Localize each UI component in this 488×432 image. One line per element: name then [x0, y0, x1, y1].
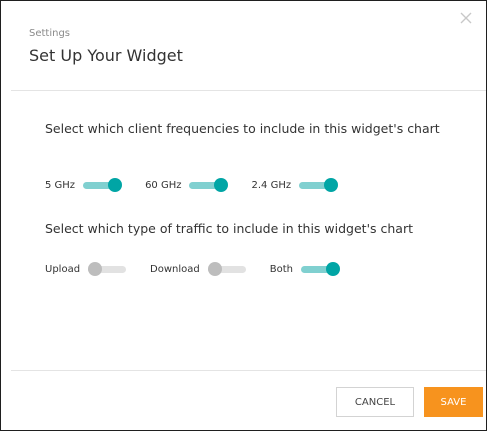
toggle-switch-both[interactable]	[301, 262, 341, 276]
toggle-switch-2-4ghz[interactable]	[299, 178, 339, 192]
toggle-knob	[326, 262, 341, 276]
toggle-switch-5ghz[interactable]	[83, 178, 123, 192]
toggle-switch-60ghz[interactable]	[189, 178, 229, 192]
cancel-button[interactable]: CANCEL	[336, 387, 414, 417]
toggle-switch-download[interactable]	[207, 262, 248, 276]
toggle-knob	[108, 178, 123, 192]
toggle-label: Download	[150, 263, 200, 275]
toggle-label: 5 GHz	[45, 179, 76, 191]
toggle-switch-upload[interactable]	[88, 262, 128, 276]
frequencies-question: Select which client frequencies to inclu…	[45, 121, 440, 136]
toggle-knob	[214, 178, 229, 192]
toggle-both: Both	[270, 262, 341, 276]
toggle-knob	[207, 262, 222, 276]
toggle-knob	[88, 262, 103, 276]
toggle-2-4ghz: 2.4 GHz	[251, 178, 339, 192]
toggle-label: 60 GHz	[145, 179, 182, 191]
toggle-5ghz: 5 GHz	[45, 178, 123, 192]
traffic-question: Select which type of traffic to include …	[45, 221, 413, 236]
toggle-label: 2.4 GHz	[251, 179, 292, 191]
toggle-download: Download	[150, 262, 248, 276]
toggle-upload: Upload	[45, 262, 128, 276]
dialog-subtitle: Settings	[29, 28, 71, 39]
traffic-toggles: Upload Download Both	[45, 259, 363, 279]
widget-setup-dialog: Settings Set Up Your Widget Select which…	[0, 0, 487, 431]
save-button[interactable]: SAVE	[424, 387, 483, 417]
footer-divider	[11, 370, 486, 371]
toggle-label: Upload	[45, 263, 81, 275]
frequency-toggles: 5 GHz 60 GHz 2.4 GHz	[45, 175, 361, 195]
close-icon[interactable]	[457, 9, 475, 27]
toggle-knob	[324, 178, 339, 192]
dialog-title: Set Up Your Widget	[29, 46, 183, 65]
toggle-60ghz: 60 GHz	[145, 178, 229, 192]
toggle-label: Both	[269, 263, 294, 275]
header-divider	[11, 90, 486, 91]
